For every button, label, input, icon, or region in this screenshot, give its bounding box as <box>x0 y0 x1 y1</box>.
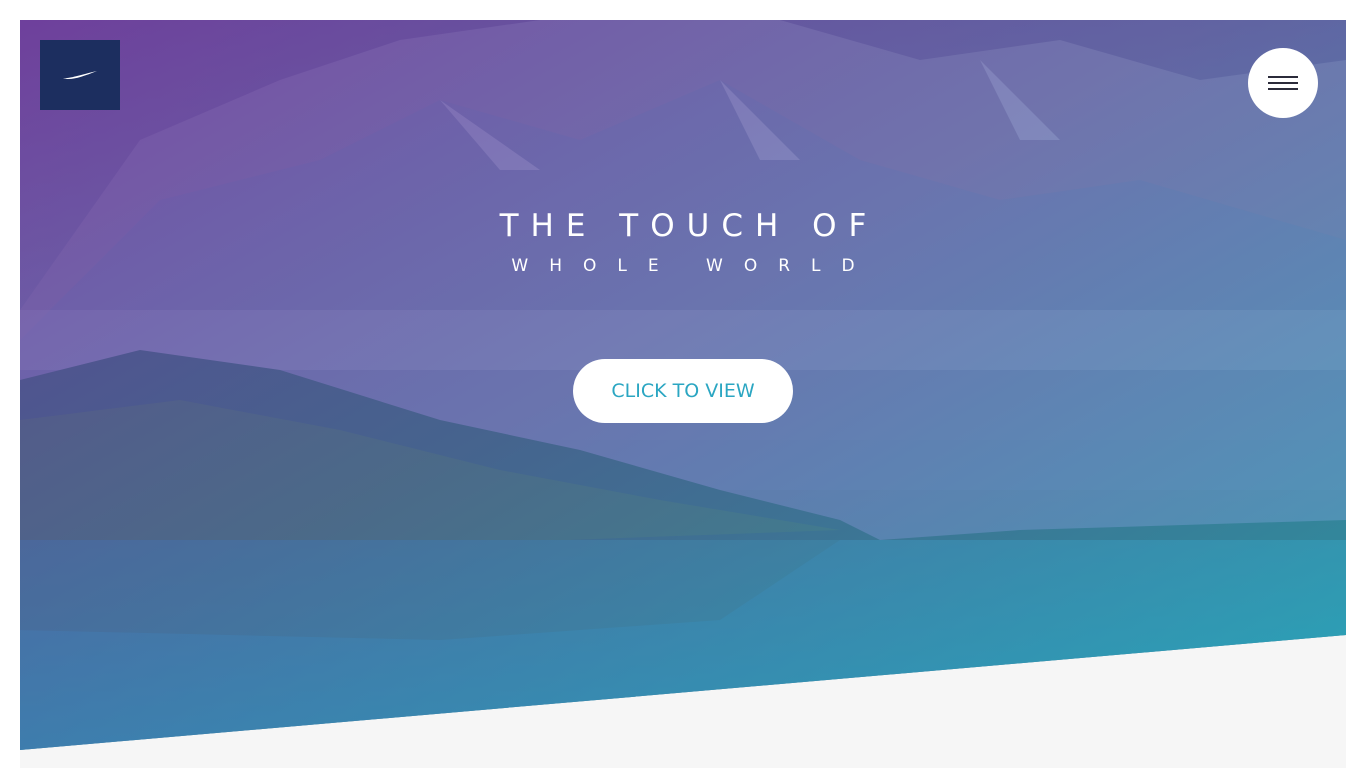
brand-logo[interactable] <box>40 40 120 110</box>
hero-title: THE TOUCH OF <box>499 208 879 244</box>
page-frame: THE TOUCH OF WHOLE WORLD CLICK TO VIEW <box>20 20 1346 768</box>
click-to-view-button[interactable]: CLICK TO VIEW <box>573 359 793 423</box>
swoosh-logo-icon <box>63 71 97 80</box>
hero-section: THE TOUCH OF WHOLE WORLD CLICK TO VIEW <box>20 20 1346 750</box>
hero-subtitle: WHOLE WORLD <box>511 256 876 276</box>
menu-button[interactable] <box>1248 48 1318 118</box>
hamburger-menu-icon <box>1268 76 1298 90</box>
